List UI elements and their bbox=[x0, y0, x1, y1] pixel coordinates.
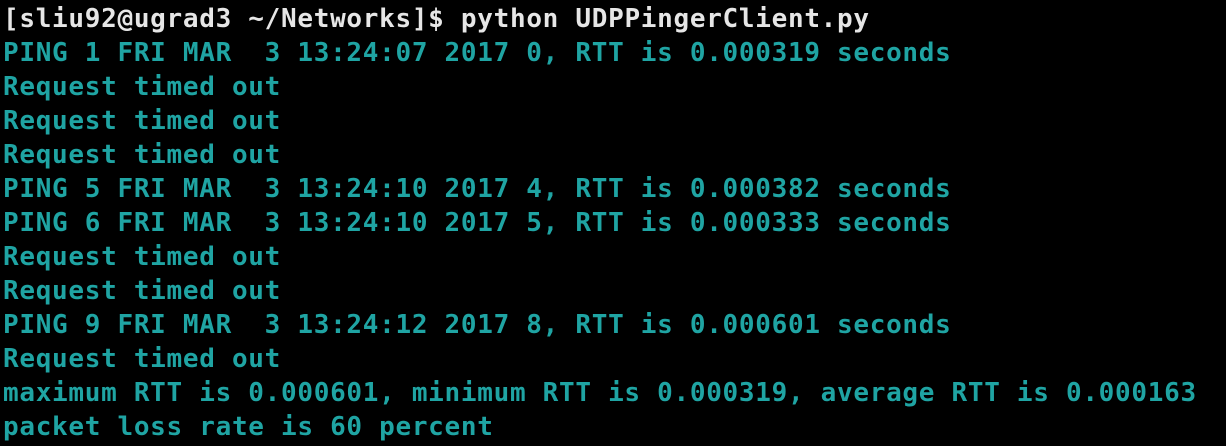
command-prompt-line: [sliu92@ugrad3 ~/Networks]$ python UDPPi… bbox=[0, 2, 1226, 36]
terminal-window[interactable]: [sliu92@ugrad3 ~/Networks]$ python UDPPi… bbox=[0, 0, 1226, 446]
output-line: Request timed out bbox=[3, 72, 282, 102]
output-line: PING 6 FRI MAR 3 13:24:10 2017 5, RTT is… bbox=[3, 208, 952, 238]
output-line: Request timed out bbox=[3, 106, 282, 136]
output-line: Request timed out bbox=[3, 276, 282, 306]
output-line: PING 9 FRI MAR 3 13:24:12 2017 8, RTT is… bbox=[3, 310, 952, 340]
shell-prompt: [sliu92@ugrad3 ~/Networks]$ bbox=[3, 4, 461, 34]
output-line: PING 1 FRI MAR 3 13:24:07 2017 0, RTT is… bbox=[3, 38, 952, 68]
output-line: PING 5 FRI MAR 3 13:24:10 2017 4, RTT is… bbox=[3, 174, 952, 204]
output-line: Request timed out bbox=[3, 242, 282, 272]
output-line: Request timed out bbox=[3, 344, 282, 374]
summary-rtt-line: maximum RTT is 0.000601, minimum RTT is … bbox=[3, 378, 1197, 408]
summary-loss-line: packet loss rate is 60 percent bbox=[3, 412, 494, 442]
command-text: python UDPPingerClient.py bbox=[460, 4, 870, 34]
output-line: Request timed out bbox=[3, 140, 282, 170]
